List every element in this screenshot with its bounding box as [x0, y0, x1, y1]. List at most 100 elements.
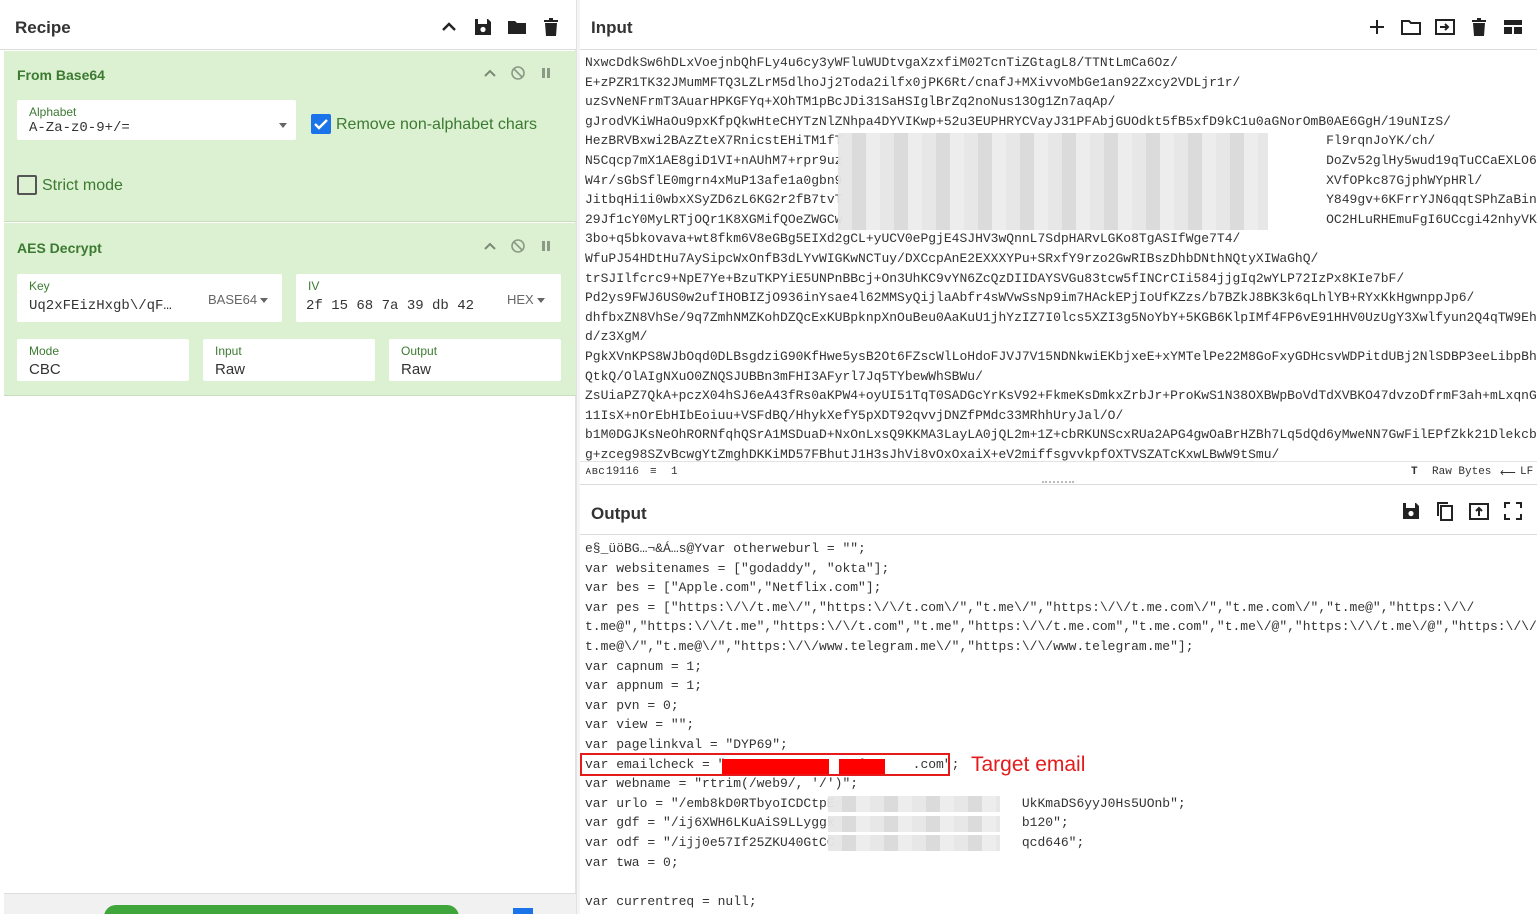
disable-icon[interactable]: [510, 65, 526, 81]
chevron-up-icon[interactable]: [482, 238, 498, 254]
pause-icon[interactable]: [538, 238, 554, 254]
op-title: From Base64: [17, 67, 105, 83]
text-line: t.me@\/","t.me@\/","https:\/\/www.telegr…: [585, 639, 1194, 654]
text-line: var view = "";: [585, 717, 695, 733]
text-line: QtkQ/OlAIgNXuO0ZNQSJUBBn3mFHI3AFyrl7Jq5T…: [585, 368, 983, 384]
lines-icon: ≡: [650, 466, 657, 478]
disable-icon[interactable]: [510, 238, 526, 254]
save-icon[interactable]: [472, 16, 494, 38]
text-line: e§_üöBG…¬&Á…s@Yvar otherweburl = "";: [585, 541, 866, 556]
output-format-value: Raw: [401, 361, 432, 378]
import-icon[interactable]: [1434, 16, 1456, 38]
output-format-label: Output: [401, 344, 438, 358]
key-encoding-select[interactable]: BASE64: [208, 292, 269, 307]
bake-bar: [4, 893, 576, 914]
trash-icon[interactable]: [540, 16, 562, 38]
redacted-region: [828, 796, 1000, 812]
op-aes-decrypt: AES Decrypt Key Uq2xFEizHxgb\/qF… BASE64…: [4, 223, 576, 396]
input-length: 19116: [606, 466, 640, 478]
copy-icon[interactable]: [1434, 500, 1456, 522]
input-format-value: Raw: [215, 361, 246, 378]
op-title: AES Decrypt: [17, 240, 102, 256]
redacted-region: [838, 133, 1268, 230]
text-line: var pagelinkval = "DYP69";: [585, 737, 788, 752]
text-line: var pvn = 0;: [585, 697, 679, 713]
auto-bake-checkbox[interactable]: [513, 908, 533, 914]
text-line: var bes = ["Apple.com","Netflix.com"];: [585, 580, 882, 596]
output-title: Output: [591, 504, 647, 523]
key-value: Uq2xFEizHxgb\/qF…: [29, 298, 172, 314]
output-format-select[interactable]: Output Raw: [389, 339, 561, 381]
folder-icon[interactable]: [1400, 16, 1422, 38]
text-format-icon[interactable]: T: [1411, 466, 1418, 478]
redacted-region: [828, 816, 1000, 832]
input-pane: Input NxwcDdkSw6hDLxVoejnbQhFLy4u6cy3yWF…: [580, 0, 1537, 483]
text-line: t.me@","https:\/\/t.me","https:\/\/t.com…: [585, 619, 1537, 635]
iv-encoding-select[interactable]: HEX: [507, 292, 545, 307]
input-status-bar: ᴀʙᴄ 19116 ≡ 1 T Raw Bytes ⟵ LF: [580, 461, 1537, 482]
input-format[interactable]: Raw Bytes: [1432, 466, 1491, 478]
strict-mode-checkbox[interactable]: [17, 175, 37, 195]
text-line: var capnum = 1;: [585, 658, 703, 674]
eol-icon: ⟵: [1500, 468, 1516, 480]
alphabet-select[interactable]: Alphabet A-Za-z0-9+/=: [17, 100, 296, 140]
output-textarea[interactable]: e§_üöBG…¬&Á…s@Yvar otherweburl = ""; var …: [580, 539, 1537, 914]
mode-value: CBC: [29, 361, 61, 378]
text-line: b1M0DGJKsNeOhRORNfqhQSrA1MSDuaD+NxOnLxsQ…: [585, 427, 1537, 443]
input-eol[interactable]: LF: [1520, 466, 1533, 478]
iv-field[interactable]: IV 2f 15 68 7a 39 db 42 HEX: [296, 274, 561, 322]
layout-icon[interactable]: [1502, 16, 1524, 38]
text-line: gJrodVKiWHaOu9pxKfpQkwHteCHYTzNlZNhpa4DY…: [585, 113, 1451, 129]
output-pane: Output e§_üöBG…¬&Á…s@Yvar otherweburl = …: [580, 484, 1537, 914]
pause-icon[interactable]: [538, 65, 554, 81]
text-line: uzSvNeNFrmT3AuarHPKGFYq+XOhTM1pBcJDi31Sa…: [585, 94, 1116, 110]
remove-non-alphabet-label: Remove non-alphabet chars: [336, 116, 538, 133]
iv-encoding-value: HEX: [507, 292, 534, 307]
chevron-down-icon: [276, 117, 287, 135]
text-line: E+zPZR1TK32JMumMFTQ3LZLrM5dlhoJj2Toda2il…: [585, 74, 1241, 90]
text-line: var appnum = 1;: [585, 678, 703, 694]
replace-input-icon[interactable]: [1468, 500, 1490, 522]
chevron-up-icon[interactable]: [438, 16, 460, 38]
text-line: PgkXVnKPS8WJbOqd0DLBsgdziG90KfHwe5ysB2Ot…: [585, 349, 1537, 364]
text-line: WfuPJ54HDtHu7AySipcWxOnfB3dLYvWIGKwNCTuy…: [585, 251, 1319, 266]
key-field[interactable]: Key Uq2xFEizHxgb\/qF… BASE64: [17, 274, 282, 322]
input-textarea[interactable]: NxwcDdkSw6hDLxVoejnbQhFLy4u6cy3yWFluWUDt…: [580, 53, 1537, 461]
remove-non-alphabet-checkbox[interactable]: [311, 114, 331, 134]
recipe-header: Recipe: [0, 0, 576, 50]
trash-icon[interactable]: [1468, 16, 1490, 38]
resize-handle[interactable]: [1042, 481, 1074, 483]
text-line: trSJIlfcrc9+NpE7Ye+BzuTKPYiE5UNPnBBcj+On…: [585, 270, 1405, 286]
text-line: 11IsX+nOrEbHIbEoiuu+VSFdBQ/HhykXefY5pXDT…: [585, 407, 1124, 423]
text-line: Pd2ys9FWJ6US0w2ufIHOBIZjO936inYsae4l62MM…: [585, 290, 1475, 306]
op-from-base64: From Base64 Alphabet A-Za-z0-9+/= Remove…: [4, 51, 576, 222]
text-line: var twa = 0;: [585, 854, 679, 870]
key-encoding-value: BASE64: [208, 292, 258, 307]
plus-icon[interactable]: [1366, 16, 1388, 38]
save-icon[interactable]: [1400, 500, 1422, 522]
bake-button[interactable]: [104, 905, 459, 914]
input-header: Input: [580, 0, 1537, 50]
length-icon: ᴀʙᴄ: [585, 466, 605, 478]
recipe-title: Recipe: [15, 18, 71, 37]
input-format-label: Input: [215, 344, 242, 358]
text-line: var websitenames = ["godaddy", "okta"];: [585, 560, 890, 576]
alphabet-label: Alphabet: [29, 105, 77, 119]
text-line: var webname = "rtrim(/web9/, '/')";: [585, 776, 859, 792]
text-line: ZsUiaPZ7QkA+pczX04hSJ6eA43fRs0aKPW4+oyUI…: [585, 388, 1537, 404]
text-line: NxwcDdkSw6hDLxVoejnbQhFLy4u6cy3yWFluWUDt…: [585, 55, 1178, 70]
iv-label: IV: [308, 279, 320, 293]
iv-value: 2f 15 68 7a 39 db 42: [306, 298, 475, 314]
folder-icon[interactable]: [506, 16, 528, 38]
input-title: Input: [591, 18, 633, 37]
text-line: var pes = ["https:\/\/t.me\/","https:\/\…: [585, 599, 1475, 615]
input-format-select[interactable]: Input Raw: [203, 339, 375, 381]
text-line: dhfbxZN8VhSe/9q7ZmhNMZKohDZQcExKUBpknpXn…: [585, 309, 1537, 325]
mode-select[interactable]: Mode CBC: [17, 339, 189, 381]
recipe-pane: Recipe From Base64 Alphabet A-Za-z0-9+/=: [0, 0, 576, 914]
maximize-icon[interactable]: [1502, 500, 1524, 522]
chevron-up-icon[interactable]: [482, 65, 498, 81]
strict-mode-label: Strict mode: [42, 177, 123, 194]
text-line: g+zceg98SZvBcwgYtZmghDKKiMD57FBhutJ1H3sJ…: [585, 447, 1280, 461]
output-header: Output: [580, 485, 1537, 535]
